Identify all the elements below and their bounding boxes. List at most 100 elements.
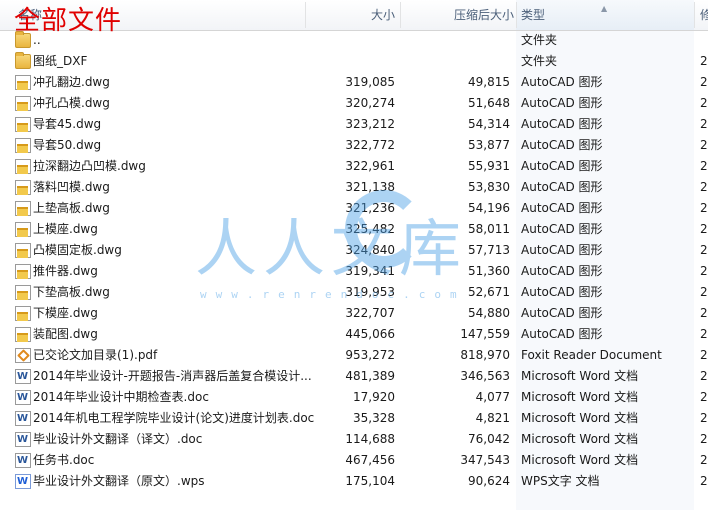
dwg-file-icon [15, 117, 31, 132]
file-compressed-size: 347,543 [460, 453, 510, 467]
file-name: 2014年毕业设计-开题报告-消声器后盖复合模设计... [33, 369, 312, 383]
file-modified: 2 [700, 264, 708, 278]
file-type: AutoCAD 图形 [521, 201, 603, 215]
file-name: 冲孔凸模.dwg [33, 96, 110, 110]
file-row[interactable]: 任务书.doc 467,456 347,543 Microsoft Word 文档 2 [0, 450, 708, 471]
file-row[interactable]: 毕业设计外文翻译（原文）.wps 175,104 90,624 WPS文字 文档 2 [0, 471, 708, 492]
file-compressed-size: 54,314 [468, 117, 510, 131]
file-compressed-size: 346,563 [460, 369, 510, 383]
file-row[interactable]: 拉深翻边凸凹模.dwg 322,961 55,931 AutoCAD 图形 2 [0, 156, 708, 177]
file-type: AutoCAD 图形 [521, 180, 603, 194]
file-row[interactable]: 上垫高板.dwg 321,236 54,196 AutoCAD 图形 2 [0, 198, 708, 219]
file-row[interactable]: .. 文件夹 [0, 30, 708, 51]
file-name: .. [33, 33, 41, 47]
file-name: 导套45.dwg [33, 117, 102, 131]
file-row[interactable]: 2014年毕业设计-开题报告-消声器后盖复合模设计... 481,389 346,5… [0, 366, 708, 387]
file-row[interactable]: 装配图.dwg 445,066 147,559 AutoCAD 图形 2 [0, 324, 708, 345]
file-type: AutoCAD 图形 [521, 117, 603, 131]
file-compressed-size: 53,830 [468, 180, 510, 194]
column-header-modified[interactable]: 修 [700, 0, 708, 30]
file-name: 上垫高板.dwg [33, 201, 110, 215]
file-compressed-size: 52,671 [468, 285, 510, 299]
dwg-file-icon [15, 180, 31, 195]
file-type: Microsoft Word 文档 [521, 432, 639, 446]
file-size: 322,707 [345, 306, 395, 320]
file-type: AutoCAD 图形 [521, 138, 603, 152]
file-name: 凸模固定板.dwg [33, 243, 122, 257]
file-modified: 2 [700, 159, 708, 173]
file-compressed-size: 90,624 [468, 474, 510, 488]
file-size: 467,456 [345, 453, 395, 467]
file-name: 下垫高板.dwg [33, 285, 110, 299]
file-row[interactable]: 2014年毕业设计中期检查表.doc 17,920 4,077 Microsoft W… [0, 387, 708, 408]
dwg-file-icon [15, 75, 31, 90]
column-divider[interactable] [694, 2, 695, 28]
file-modified: 2 [700, 117, 708, 131]
file-row[interactable]: 上模座.dwg 325,482 58,011 AutoCAD 图形 2 [0, 219, 708, 240]
file-row[interactable]: 导套45.dwg 323,212 54,314 AutoCAD 图形 2 [0, 114, 708, 135]
file-row[interactable]: 图纸_DXF 文件夹 2 [0, 51, 708, 72]
file-name: 下模座.dwg [33, 306, 98, 320]
dwg-file-icon [15, 285, 31, 300]
file-row[interactable]: 已交论文加目录(1).pdf 953,272 818,970 Foxit Reader… [0, 345, 708, 366]
column-header-type[interactable]: 类型 [521, 0, 545, 30]
file-compressed-size: 55,931 [468, 159, 510, 173]
dwg-file-icon [15, 327, 31, 342]
column-divider[interactable] [516, 2, 517, 28]
file-size: 320,274 [345, 96, 395, 110]
file-type: AutoCAD 图形 [521, 159, 603, 173]
column-divider[interactable] [305, 2, 306, 28]
file-name: 推件器.dwg [33, 264, 98, 278]
file-compressed-size: 57,713 [468, 243, 510, 257]
dwg-file-icon [15, 138, 31, 153]
file-name: 已交论文加目录(1).pdf [33, 348, 158, 362]
file-row[interactable]: 毕业设计外文翻译（译文）.doc 114,688 76,042 Microsoft W… [0, 429, 708, 450]
file-modified: 2 [700, 348, 708, 362]
file-row[interactable]: 导套50.dwg 322,772 53,877 AutoCAD 图形 2 [0, 135, 708, 156]
file-name: 任务书.doc [33, 453, 95, 467]
file-name: 拉深翻边凸凹模.dwg [33, 159, 146, 173]
file-modified: 2 [700, 453, 708, 467]
word-doc-icon [15, 411, 31, 426]
file-modified: 2 [700, 432, 708, 446]
file-row[interactable]: 凸模固定板.dwg 324,840 57,713 AutoCAD 图形 2 [0, 240, 708, 261]
file-compressed-size: 51,648 [468, 96, 510, 110]
file-size: 319,085 [345, 75, 395, 89]
file-size: 324,840 [345, 243, 395, 257]
column-header-compressed-size[interactable]: 压缩后大小 [454, 0, 514, 30]
file-size: 319,341 [345, 264, 395, 278]
file-row[interactable]: 推件器.dwg 319,341 51,360 AutoCAD 图形 2 [0, 261, 708, 282]
file-size: 323,212 [345, 117, 395, 131]
file-row[interactable]: 下垫高板.dwg 319,953 52,671 AutoCAD 图形 2 [0, 282, 708, 303]
file-row[interactable]: 冲孔翻边.dwg 319,085 49,815 AutoCAD 图形 2 [0, 72, 708, 93]
file-compressed-size: 76,042 [468, 432, 510, 446]
file-compressed-size: 4,821 [475, 411, 510, 425]
pdf-file-icon [15, 348, 31, 363]
folder-icon [15, 52, 31, 69]
file-size: 322,961 [345, 159, 395, 173]
file-type: 文件夹 [521, 54, 558, 68]
file-type: WPS文字 文档 [521, 474, 600, 488]
file-modified: 2 [700, 222, 708, 236]
file-type: AutoCAD 图形 [521, 96, 603, 110]
file-type: AutoCAD 图形 [521, 243, 603, 257]
file-row[interactable]: 下模座.dwg 322,707 54,880 AutoCAD 图形 2 [0, 303, 708, 324]
word-doc-icon [15, 369, 31, 384]
file-modified: 2 [700, 285, 708, 299]
column-header-size[interactable]: 大小 [371, 0, 395, 30]
file-name: 上模座.dwg [33, 222, 98, 236]
file-row[interactable]: 落料凹模.dwg 321,138 53,830 AutoCAD 图形 2 [0, 177, 708, 198]
file-name: 装配图.dwg [33, 327, 98, 341]
file-compressed-size: 818,970 [460, 348, 510, 362]
file-row[interactable]: 2014年机电工程学院毕业设计(论文)进度计划表.doc 35,328 4,821 M… [0, 408, 708, 429]
file-modified: 2 [700, 369, 708, 383]
file-row[interactable]: 冲孔凸模.dwg 320,274 51,648 AutoCAD 图形 2 [0, 93, 708, 114]
file-modified: 2 [700, 474, 708, 488]
file-size: 175,104 [345, 474, 395, 488]
file-modified: 2 [700, 96, 708, 110]
file-modified: 2 [700, 411, 708, 425]
file-name: 导套50.dwg [33, 138, 102, 152]
folder-icon [15, 31, 31, 48]
column-divider[interactable] [400, 2, 401, 28]
dwg-file-icon [15, 201, 31, 216]
